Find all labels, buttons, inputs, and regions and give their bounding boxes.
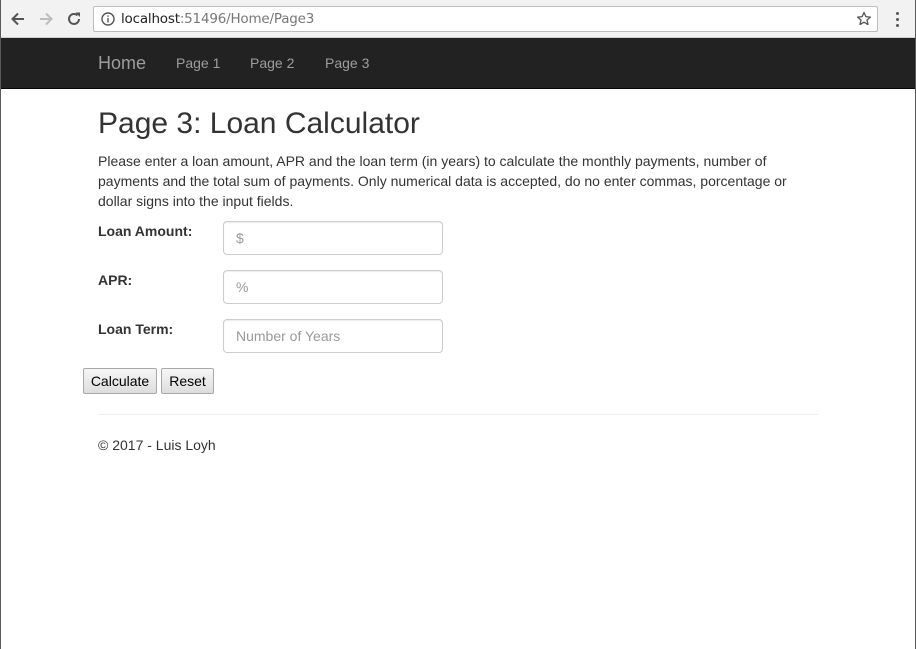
bookmark-star-icon[interactable]	[855, 10, 873, 28]
url-host: localhost	[121, 11, 180, 27]
back-arrow-icon	[11, 12, 24, 26]
site-navbar: Home Page 1 Page 2 Page 3	[0, 38, 916, 89]
browser-toolbar: localhost:51496/Home/Page3	[0, 0, 916, 38]
loan-amount-input[interactable]	[223, 221, 443, 255]
loan-term-label: Loan Term:	[98, 321, 174, 337]
loan-amount-label: Loan Amount:	[98, 223, 193, 239]
nav-link-page-1[interactable]: Page 1	[176, 55, 220, 71]
calculate-button[interactable]: Calculate	[83, 368, 157, 394]
footer-divider	[98, 414, 818, 415]
nav-brand-home[interactable]: Home	[98, 53, 146, 74]
nav-link-page-3[interactable]: Page 3	[325, 55, 369, 71]
nav-link-page-2[interactable]: Page 2	[250, 55, 294, 71]
forward-arrow-icon	[40, 12, 53, 26]
apr-input[interactable]	[223, 270, 443, 304]
forward-button[interactable]	[35, 8, 57, 30]
address-bar[interactable]: localhost:51496/Home/Page3	[93, 6, 878, 32]
back-button[interactable]	[7, 8, 29, 30]
url-path: :51496/Home/Page3	[179, 11, 315, 27]
intro-text: Please enter a loan amount, APR and the …	[98, 153, 787, 209]
loan-term-input[interactable]	[223, 319, 443, 353]
page-title: Page 3: Loan Calculator	[98, 107, 420, 140]
window-border-left	[0, 0, 1, 649]
menu-kebab-icon[interactable]	[889, 9, 905, 29]
reset-button[interactable]: Reset	[161, 368, 214, 394]
reload-button[interactable]	[63, 8, 85, 30]
apr-label: APR:	[98, 272, 133, 288]
reload-icon	[68, 12, 80, 25]
url-text: localhost:51496/Home/Page3	[121, 11, 314, 27]
info-icon[interactable]	[100, 11, 116, 27]
footer-copyright: © 2017 - Luis Loyh	[98, 437, 216, 453]
